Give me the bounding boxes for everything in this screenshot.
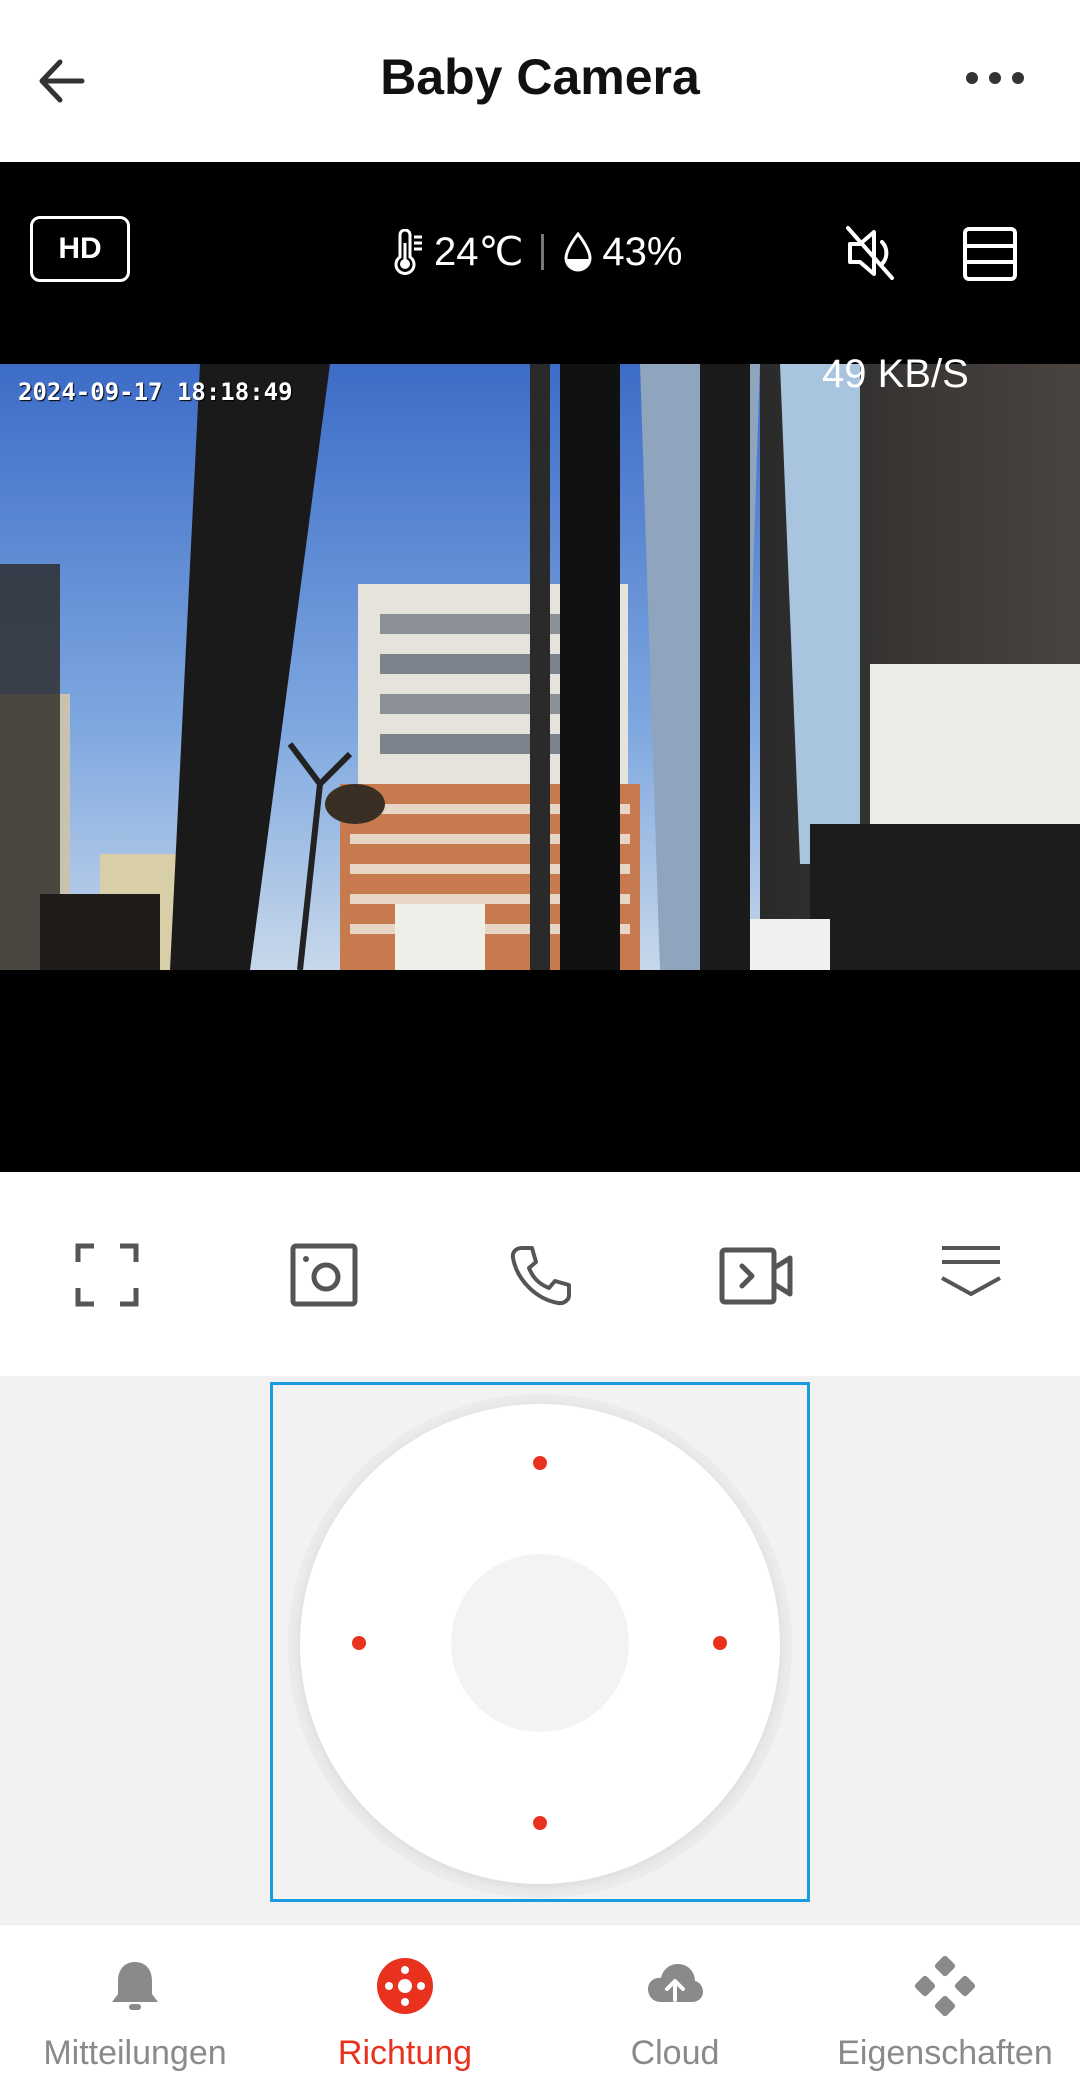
camera-photo-icon — [290, 1243, 358, 1307]
video-timestamp: 2024-09-17 18:18:49 — [18, 378, 293, 406]
mute-button[interactable] — [840, 222, 902, 284]
top-header: Baby Camera — [0, 0, 1080, 162]
humidity-drop-icon — [564, 231, 592, 272]
tab-eigenschaften[interactable]: Eigenschaften — [810, 1924, 1080, 2097]
more-options-button[interactable] — [960, 55, 1030, 105]
quality-toggle-button[interactable]: HD — [30, 216, 130, 282]
temperature-value: 24℃ — [434, 230, 524, 274]
humidity-value: 43% — [602, 229, 683, 274]
features-icon — [914, 1955, 976, 2017]
bitrate-indicator: 49 KB/S — [822, 352, 969, 396]
call-button[interactable] — [506, 1240, 576, 1310]
speaker-muted-icon — [846, 226, 894, 280]
tab-label: Eigenschaften — [837, 2034, 1053, 2072]
more-horizontal-icon — [966, 72, 1024, 84]
selection-highlight — [270, 1382, 810, 1902]
direction-icon — [377, 1958, 433, 2014]
tab-label: Richtung — [337, 2034, 473, 2072]
readout-divider — [541, 234, 545, 270]
tab-label: Mitteilungen — [43, 2034, 227, 2072]
camera-feed-image — [0, 364, 1080, 970]
tab-mitteilungen[interactable]: Mitteilungen — [0, 1924, 270, 2097]
expand-panel-button[interactable] — [936, 1240, 1006, 1310]
video-record-icon — [719, 1247, 793, 1305]
fullscreen-button[interactable] — [72, 1240, 142, 1310]
chevron-panel-icon — [941, 1246, 1001, 1296]
layout-button[interactable] — [962, 226, 1018, 282]
fullscreen-icon — [75, 1243, 139, 1307]
page-title: Baby Camera — [380, 49, 700, 105]
list-layout-icon — [963, 227, 1017, 281]
thermometer-icon — [394, 229, 422, 275]
record-button[interactable] — [718, 1240, 793, 1310]
screenshot-button[interactable] — [289, 1240, 359, 1310]
tab-label: Cloud — [630, 2034, 720, 2072]
environment-readout: 24℃ 43% — [390, 222, 682, 282]
phone-icon — [510, 1246, 571, 1306]
tab-cloud[interactable]: Cloud — [540, 1924, 810, 2097]
cloud-upload-icon — [648, 1964, 703, 2002]
bell-icon — [112, 1962, 158, 2010]
tab-richtung[interactable]: Richtung — [270, 1924, 540, 2097]
